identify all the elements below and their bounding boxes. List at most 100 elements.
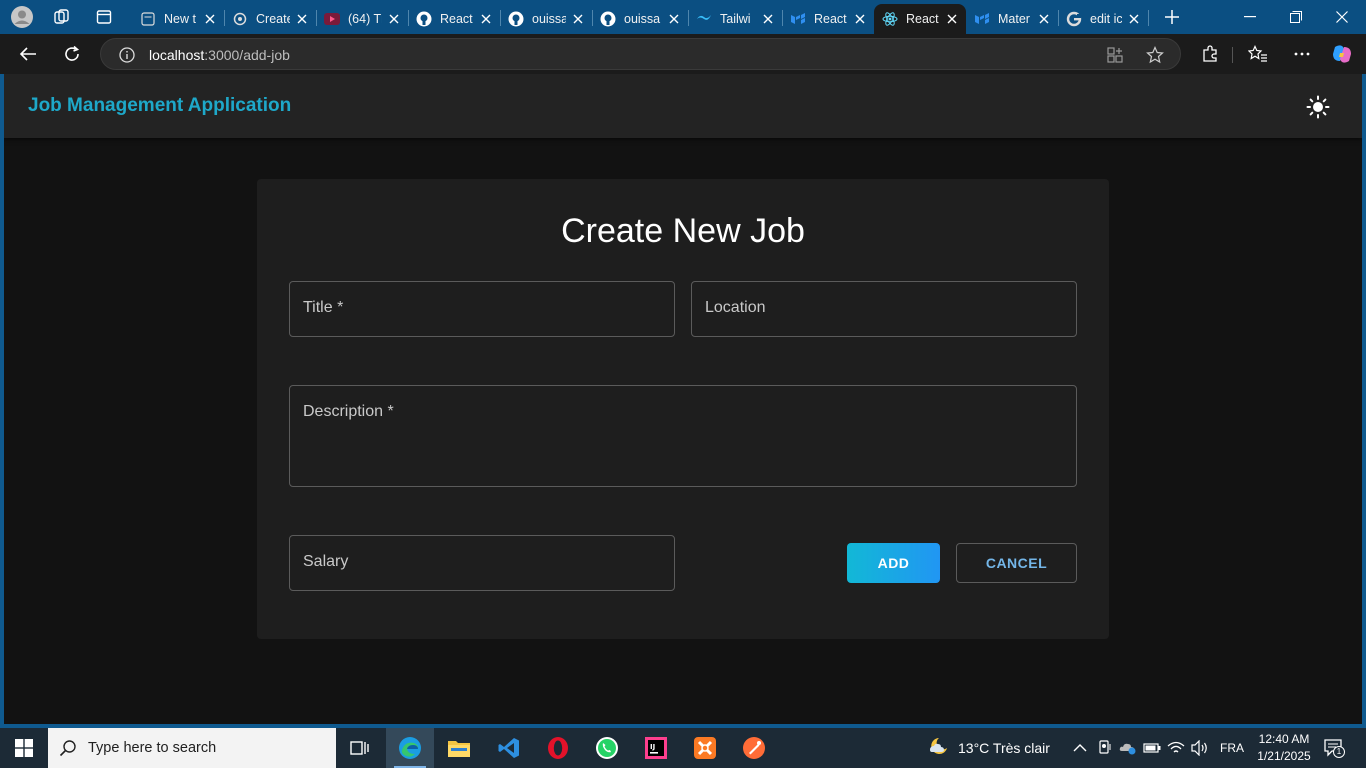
extensions-icon[interactable] (1198, 42, 1222, 66)
windows-start-icon[interactable] (0, 728, 48, 768)
browser-tab[interactable]: ouissa (592, 4, 688, 34)
wifi-icon[interactable] (1166, 738, 1186, 758)
url-path: :3000/add-job (204, 47, 290, 63)
vscode-icon[interactable] (485, 728, 533, 768)
info-icon[interactable] (117, 45, 137, 65)
url-text: localhost:3000/add-job (149, 47, 290, 63)
github-icon (508, 11, 524, 27)
edge-taskbar-icon[interactable] (386, 728, 434, 768)
app-title[interactable]: Job Management Application (28, 95, 291, 117)
copilot-icon[interactable] (1330, 42, 1354, 66)
opera-icon[interactable] (534, 728, 582, 768)
intellij-icon[interactable]: IJ (632, 728, 680, 768)
notification-badge: 1 (1333, 746, 1345, 758)
mui-icon (790, 11, 806, 27)
description-field[interactable]: Description * (289, 385, 1077, 487)
browser-tab-active[interactable]: React (874, 4, 966, 34)
clock-date[interactable]: 1/21/2025 (1254, 749, 1314, 763)
browser-tab[interactable]: (64) Th (316, 4, 408, 34)
tab-label: React (906, 12, 939, 26)
tab-label: React (440, 12, 473, 26)
browser-tab-bar: New t Create (64) Th React ouissa ouissa… (0, 0, 1366, 34)
tab-actions-icon[interactable] (92, 5, 116, 29)
workspaces-icon[interactable] (50, 5, 74, 29)
close-icon[interactable] (570, 11, 586, 27)
weather-text[interactable]: 13°C Très clair (958, 740, 1050, 756)
close-icon[interactable] (760, 11, 776, 27)
mui-icon (974, 11, 990, 27)
notification-icon[interactable]: 1 (1322, 737, 1346, 759)
tab-label: Tailwi (720, 12, 751, 26)
weather-icon[interactable] (926, 735, 950, 759)
browser-tab[interactable]: Tailwi (688, 4, 782, 34)
browser-tab[interactable]: React (408, 4, 500, 34)
svg-text:IJ: IJ (650, 743, 655, 751)
tab-label: New t (164, 12, 196, 26)
salary-field[interactable]: Salary (289, 535, 675, 591)
xampp-icon[interactable] (681, 728, 729, 768)
chevron-up-icon[interactable] (1070, 738, 1090, 758)
browser-tab[interactable]: React (782, 4, 874, 34)
browser-tab[interactable]: Create (224, 4, 316, 34)
tab-label: Mater (998, 12, 1030, 26)
toolbar-divider (1232, 47, 1233, 63)
close-icon[interactable] (202, 11, 218, 27)
whatsapp-icon[interactable] (583, 728, 631, 768)
meet-now-icon[interactable] (1095, 738, 1115, 758)
browser-tab[interactable]: edit ic (1058, 4, 1148, 34)
location-field[interactable]: Location (691, 281, 1077, 337)
description-field-label: Description * (303, 403, 394, 420)
taskbar-search[interactable]: Type here to search (48, 728, 336, 768)
favorites-icon[interactable] (1246, 42, 1270, 66)
browser-toolbar: localhost:3000/add-job (0, 34, 1366, 74)
more-options-icon[interactable] (1290, 42, 1314, 66)
title-field[interactable]: Title * (289, 281, 675, 337)
close-icon[interactable] (1126, 11, 1142, 27)
page-icon (140, 11, 156, 27)
profile-icon[interactable] (10, 5, 34, 29)
close-icon[interactable] (852, 11, 868, 27)
close-icon[interactable] (944, 11, 960, 27)
address-bar[interactable]: localhost:3000/add-job (100, 38, 1181, 70)
close-icon[interactable] (478, 11, 494, 27)
tab-separator (1148, 10, 1149, 26)
close-icon[interactable] (294, 11, 310, 27)
close-window-icon[interactable] (1320, 4, 1364, 30)
language-indicator[interactable]: FRA (1220, 741, 1244, 755)
github-icon (600, 11, 616, 27)
github-icon (416, 11, 432, 27)
browser-tab[interactable]: Mater (966, 4, 1058, 34)
close-icon[interactable] (1036, 11, 1052, 27)
openai-icon (232, 11, 248, 27)
taskbar: Type here to search IJ 13°C Très clair F… (0, 728, 1366, 768)
favorite-star-icon[interactable] (1145, 45, 1165, 65)
volume-icon[interactable] (1190, 738, 1210, 758)
file-explorer-icon[interactable] (435, 728, 483, 768)
restore-icon[interactable] (1274, 4, 1318, 30)
add-button[interactable]: ADD (847, 543, 940, 583)
battery-icon[interactable] (1142, 738, 1162, 758)
create-job-form: Create New Job Title * Location Descript… (257, 179, 1109, 639)
refresh-icon[interactable] (60, 42, 84, 66)
postman-icon[interactable] (730, 728, 778, 768)
onedrive-icon[interactable] (1118, 738, 1138, 758)
back-arrow-icon[interactable] (16, 42, 40, 66)
tab-label: ouissa (532, 12, 566, 26)
minimize-icon[interactable] (1228, 4, 1272, 30)
browser-tab[interactable]: New t (132, 4, 224, 34)
close-icon[interactable] (666, 11, 682, 27)
title-field-label: Title * (303, 299, 344, 316)
browser-tab[interactable]: ouissa (500, 4, 592, 34)
new-tab-icon[interactable] (1160, 5, 1184, 29)
tailwind-icon (696, 11, 712, 27)
tab-label: edit ic (1090, 12, 1122, 26)
youtube-icon (324, 11, 340, 27)
location-field-label: Location (705, 299, 766, 316)
cancel-button[interactable]: CANCEL (956, 543, 1077, 583)
react-icon (882, 11, 898, 27)
app-available-icon[interactable] (1105, 45, 1125, 65)
clock-time[interactable]: 12:40 AM (1256, 732, 1312, 746)
close-icon[interactable] (386, 11, 402, 27)
sun-icon[interactable] (1304, 93, 1332, 121)
task-view-icon[interactable] (336, 728, 384, 768)
